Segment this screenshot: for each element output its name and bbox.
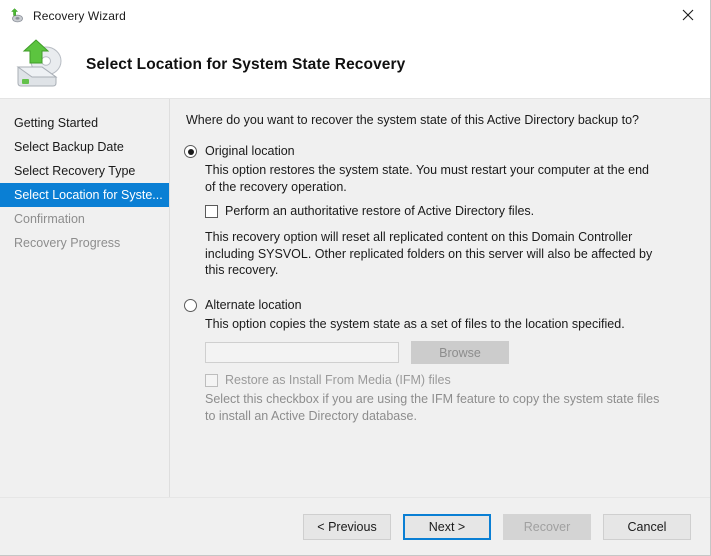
- browse-button: Browse: [411, 341, 509, 364]
- wizard-header: Select Location for System State Recover…: [0, 31, 710, 98]
- wizard-footer: < Previous Next > Recover Cancel: [0, 497, 710, 555]
- alternate-location-radio[interactable]: [184, 299, 197, 312]
- original-location-description: This option restores the system state. Y…: [205, 162, 661, 195]
- ifm-restore-row: Restore as Install From Media (IFM) file…: [205, 373, 696, 388]
- question-text: Where do you want to recover the system …: [186, 113, 696, 127]
- next-button[interactable]: Next >: [403, 514, 491, 540]
- recovery-disk-icon: [9, 8, 25, 24]
- window-title: Recovery Wizard: [33, 9, 126, 23]
- sidebar-item-select-location[interactable]: Select Location for Syste...: [0, 183, 169, 207]
- alternate-location-description: This option copies the system state as a…: [205, 316, 661, 333]
- original-location-option[interactable]: Original location: [184, 143, 696, 159]
- sidebar-item-recovery-progress: Recovery Progress: [0, 231, 169, 255]
- page-title: Select Location for System State Recover…: [86, 56, 405, 74]
- wizard-steps-sidebar: Getting Started Select Backup Date Selec…: [0, 99, 170, 497]
- authoritative-restore-row[interactable]: Perform an authoritative restore of Acti…: [205, 204, 696, 219]
- sidebar-item-confirmation: Confirmation: [0, 207, 169, 231]
- alternate-location-option[interactable]: Alternate location: [184, 297, 696, 313]
- sidebar-item-select-recovery-type[interactable]: Select Recovery Type: [0, 159, 169, 183]
- hard-disk-restore-icon: [12, 39, 74, 91]
- alternate-path-input[interactable]: [205, 342, 399, 363]
- content-panel: Where do you want to recover the system …: [170, 99, 710, 497]
- cancel-button[interactable]: Cancel: [603, 514, 691, 540]
- original-location-radio[interactable]: [184, 145, 197, 158]
- alternate-path-row: Browse: [205, 341, 696, 364]
- ifm-restore-checkbox: [205, 374, 218, 387]
- original-location-warning: This recovery option will reset all repl…: [205, 229, 661, 279]
- wizard-body: Getting Started Select Backup Date Selec…: [0, 98, 710, 497]
- title-bar: Recovery Wizard: [0, 0, 710, 31]
- alternate-location-label: Alternate location: [205, 297, 302, 313]
- close-icon[interactable]: [665, 0, 710, 30]
- ifm-description: Select this checkbox if you are using th…: [205, 391, 661, 424]
- original-location-label: Original location: [205, 143, 295, 159]
- authoritative-restore-label: Perform an authoritative restore of Acti…: [225, 204, 534, 219]
- recovery-wizard-window: Recovery Wizard Select Location for Syst…: [0, 0, 711, 556]
- authoritative-restore-checkbox[interactable]: [205, 205, 218, 218]
- ifm-restore-label: Restore as Install From Media (IFM) file…: [225, 373, 451, 388]
- sidebar-item-select-backup-date[interactable]: Select Backup Date: [0, 135, 169, 159]
- previous-button[interactable]: < Previous: [303, 514, 391, 540]
- recover-button: Recover: [503, 514, 591, 540]
- sidebar-item-getting-started[interactable]: Getting Started: [0, 111, 169, 135]
